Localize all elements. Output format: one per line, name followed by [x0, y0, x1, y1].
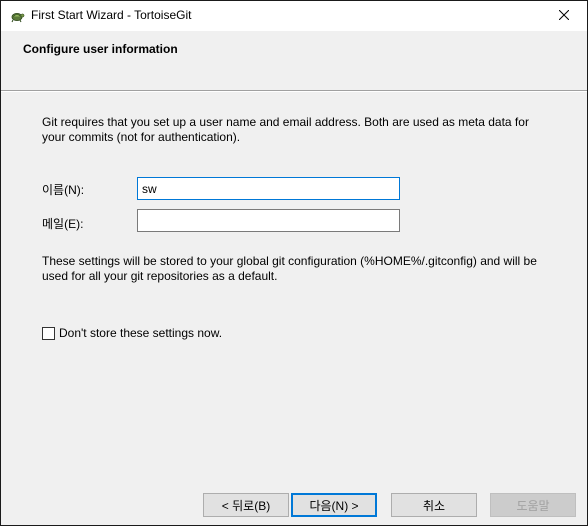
name-input[interactable] [137, 177, 400, 200]
help-button[interactable]: 도움말 [490, 493, 576, 517]
wizard-header: Configure user information [1, 31, 587, 92]
close-button[interactable] [541, 1, 587, 31]
tortoise-icon [9, 8, 25, 24]
email-input[interactable] [137, 209, 400, 232]
page-title: Configure user information [23, 42, 178, 56]
cancel-button[interactable]: 취소 [391, 493, 477, 517]
storage-note: These settings will be stored to your gl… [42, 254, 537, 283]
window-title: First Start Wizard - TortoiseGit [31, 8, 192, 22]
back-button[interactable]: < 뒤로(B) [203, 493, 289, 517]
title-bar[interactable]: First Start Wizard - TortoiseGit [1, 1, 587, 31]
close-icon [558, 9, 570, 23]
dont-store-label[interactable]: Don't store these settings now. [59, 326, 222, 340]
dont-store-checkbox[interactable] [42, 326, 55, 340]
name-label: 이름(N): [42, 183, 85, 197]
next-button[interactable]: 다음(N) > [291, 493, 377, 517]
email-label: 메일(E): [42, 217, 84, 231]
dont-store-option[interactable]: Don't store these settings now. [42, 326, 222, 340]
button-bar: < 뒤로(B) 다음(N) > 취소 도움말 [1, 487, 587, 525]
wizard-window: First Start Wizard - TortoiseGit Configu… [0, 0, 588, 526]
intro-text: Git requires that you set up a user name… [42, 115, 529, 144]
